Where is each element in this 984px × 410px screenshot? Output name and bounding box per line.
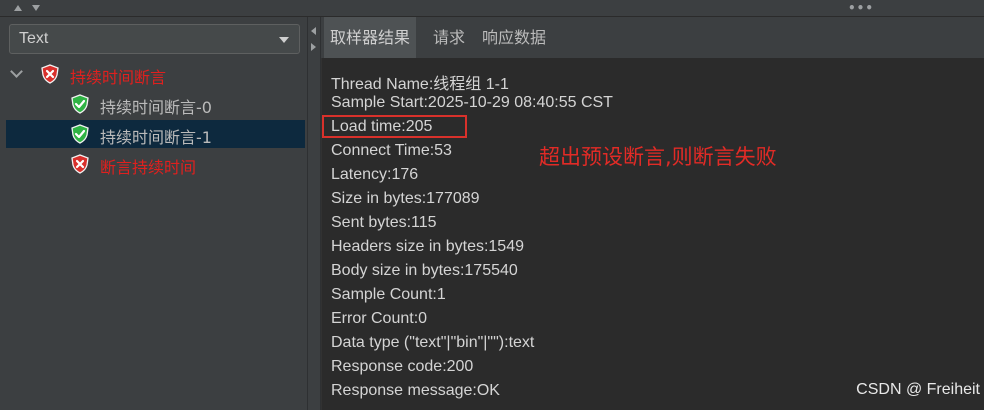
chevron-down-icon[interactable] [10,65,23,78]
tab-request[interactable]: 请求 [427,17,471,58]
shield-check-icon [71,124,89,144]
tree-node-child[interactable]: 断言持续时间 [6,150,305,178]
tree-node-label: 持续时间断言-0 [100,98,212,117]
result-line: Sample Start:2025-10-29 08:40:55 CST [331,94,613,111]
result-detail-panel: 取样器结果 请求 响应数据 Thread Name:线程组 1-1 Sample… [321,17,984,410]
tree-node-child[interactable]: 持续时间断言-0 [6,90,305,118]
chevron-down-icon[interactable] [279,37,289,43]
collapse-up-icon[interactable] [14,5,22,11]
tree-node-parent[interactable]: 持续时间断言 [6,60,305,88]
result-line: Thread Name:线程组 1-1 [331,76,509,93]
result-line: Sample Count:1 [331,286,446,303]
result-line: Response message:OK [331,382,500,399]
tab-bar: 取样器结果 请求 响应数据 [321,17,984,58]
tree-node-child-selected[interactable]: 持续时间断言-1 [6,120,305,148]
panel-splitter[interactable] [307,17,321,410]
more-icon[interactable]: ••• [848,1,874,15]
result-line: Response code:200 [331,358,474,375]
result-line: Latency:176 [331,166,419,183]
collapse-left-icon[interactable] [311,27,316,35]
sampler-result-text[interactable]: Thread Name:线程组 1-1 Sample Start:2025-10… [321,58,984,410]
tree-node-label: 持续时间断言 [70,68,167,87]
result-line: Body size in bytes:175540 [331,262,518,279]
annotation-note: 超出预设断言,则断言失败 [539,145,777,169]
tree-node-label: 断言持续时间 [100,158,197,177]
shield-x-icon [41,64,59,84]
results-tree-panel: Text 持续时间断言 持续时间断言-0 持续时间断言-1 断言持续时间 [0,17,307,410]
watermark: CSDN @ Freiheit [856,381,980,398]
result-line: Data type ("text"|"bin"|""):text [331,334,535,351]
result-line: Headers size in bytes:1549 [331,238,524,255]
load-time-highlight-box [322,115,467,138]
tab-response-data[interactable]: 响应数据 [476,17,552,58]
tree-node-label: 持续时间断言-1 [100,128,212,147]
shield-x-icon [71,154,89,174]
renderer-select[interactable]: Text [9,24,300,54]
top-toolbar: ••• [0,0,984,17]
expand-right-icon[interactable] [311,43,316,51]
expand-down-icon[interactable] [32,5,40,11]
result-line: Error Count:0 [331,310,428,327]
result-line: Size in bytes:177089 [331,190,480,207]
tab-sampler-result[interactable]: 取样器结果 [324,17,417,58]
renderer-select-value: Text [19,30,49,47]
shield-check-icon [71,94,89,114]
result-line: Connect Time:53 [331,142,452,159]
result-line: Sent bytes:115 [331,214,437,231]
